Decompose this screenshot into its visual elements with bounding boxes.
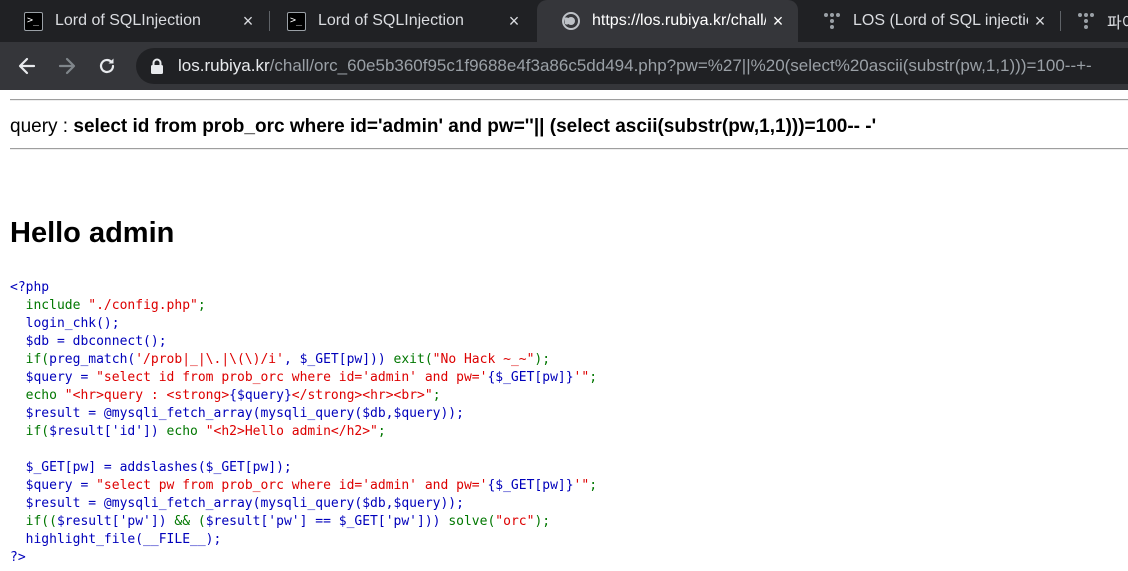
php-source-code: <?php include "./config.php"; login_chk(… — [10, 279, 597, 567]
code-token: {$query} — [229, 388, 292, 403]
code-line: $result = @mysqli_fetch_array(mysqli_que… — [25, 496, 464, 511]
code-line: login_chk(); — [25, 316, 120, 331]
code-token: ; — [377, 424, 386, 439]
url-host: los.rubiya.kr — [178, 56, 270, 75]
code-token: solve( — [448, 514, 496, 529]
code-token: ; — [432, 388, 441, 403]
hello-admin-heading: Hello admin — [10, 217, 175, 249]
code-token: && ( — [174, 514, 206, 529]
browser-toolbar: los.rubiya.kr/chall/orc_60e5b360f95c1f96… — [0, 42, 1128, 90]
php-open-tag: <?php — [10, 280, 50, 295]
back-button[interactable] — [11, 50, 43, 82]
code-token: if(( — [25, 514, 57, 529]
terminal-icon: >_ — [24, 11, 43, 31]
close-icon[interactable]: × — [766, 11, 790, 32]
dots-icon — [1076, 12, 1095, 31]
query-label: query : — [10, 116, 74, 137]
close-icon[interactable]: × — [1028, 11, 1052, 32]
code-token: '" — [573, 478, 590, 493]
code-token: , $_GET[pw])) — [283, 352, 394, 367]
code-token: $result['pw']) — [56, 514, 175, 529]
code-line: $db = dbconnect(); — [25, 334, 167, 349]
close-icon[interactable]: × — [502, 11, 526, 32]
tab-strip: >_ Lord of SQLInjection × >_ Lord of SQL… — [0, 0, 1128, 42]
lock-icon[interactable] — [150, 58, 164, 74]
forward-button[interactable] — [51, 50, 83, 82]
url-text[interactable]: los.rubiya.kr/chall/orc_60e5b360f95c1f96… — [178, 56, 1092, 76]
code-token: echo — [166, 424, 206, 439]
reload-button[interactable] — [91, 50, 123, 82]
tab-title: LOS (Lord of SQL injection) — [853, 12, 1028, 29]
code-token: $result['pw'] == $_GET['pw'])) — [205, 514, 449, 529]
tab-partial[interactable]: 파이 — [1052, 0, 1128, 42]
code-token: $result['id']) — [49, 424, 167, 439]
code-token: {$_GET[pw]} — [487, 478, 574, 493]
tab-active-orc[interactable]: https://los.rubiya.kr/chall/orc_60e5b360… — [537, 0, 798, 42]
code-token: {$_GET[pw]} — [487, 370, 574, 385]
code-token: $query = — [25, 370, 97, 385]
code-token: echo — [25, 388, 65, 403]
query-display: query : select id from prob_orc where id… — [10, 116, 876, 138]
code-token: ; — [197, 298, 206, 313]
tab-lord-of-sqlinjection-2[interactable]: >_ Lord of SQLInjection × — [263, 0, 534, 42]
address-bar[interactable]: los.rubiya.kr/chall/orc_60e5b360f95c1f96… — [136, 48, 1128, 84]
reload-icon — [99, 58, 115, 74]
page-content: query : select id from prob_orc where id… — [0, 90, 1128, 571]
code-line: highlight_file(__FILE__); — [25, 532, 222, 547]
dots-icon — [822, 12, 841, 31]
arrow-left-icon — [18, 57, 36, 75]
globe-icon — [561, 12, 580, 31]
code-token: ); — [534, 352, 551, 367]
tab-title: https://los.rubiya.kr/chall/orc_60e5b360… — [592, 12, 766, 29]
code-token: "<h2>Hello admin</h2>" — [205, 424, 378, 439]
code-token: preg_match( — [49, 352, 136, 367]
code-token: $query = — [25, 478, 97, 493]
code-token: exit( — [393, 352, 433, 367]
tab-title: 파이 — [1107, 15, 1128, 32]
php-close-tag: ?> — [10, 550, 26, 565]
horizontal-rule — [10, 99, 1128, 101]
code-token: </strong><hr><br>" — [291, 388, 433, 403]
tab-title: Lord of SQLInjection — [318, 12, 464, 29]
code-token: "<hr>query : <strong> — [64, 388, 230, 403]
code-token: ; — [589, 370, 598, 385]
code-line: $_GET[pw] = addslashes($_GET[pw]); — [25, 460, 292, 475]
tab-los[interactable]: LOS (Lord of SQL injection) × — [798, 0, 1060, 42]
terminal-icon: >_ — [287, 11, 306, 31]
code-token: "No Hack ~_~" — [432, 352, 535, 367]
code-token: "orc" — [495, 514, 535, 529]
code-token: ; — [589, 478, 598, 493]
code-token: if( — [25, 352, 50, 367]
tab-title: Lord of SQLInjection — [55, 12, 201, 29]
horizontal-rule — [10, 148, 1128, 150]
code-token: '" — [573, 370, 590, 385]
code-token: ); — [534, 514, 551, 529]
code-token: "select pw from prob_orc where id='admin… — [96, 478, 488, 493]
close-icon[interactable]: × — [236, 11, 260, 32]
query-sql: select id from prob_orc where id='admin'… — [73, 116, 877, 137]
code-token: include — [25, 298, 89, 313]
code-token: '/prob|_|\.|\(\)/i' — [135, 352, 284, 367]
code-line: $result = @mysqli_fetch_array(mysqli_que… — [25, 406, 464, 421]
tab-lord-of-sqlinjection-1[interactable]: >_ Lord of SQLInjection × — [0, 0, 268, 42]
code-token: "./config.php" — [88, 298, 198, 313]
code-token: if( — [25, 424, 50, 439]
arrow-right-icon — [58, 57, 76, 75]
url-path: /chall/orc_60e5b360f95c1f9688e4f3a86c5dd… — [269, 56, 1092, 75]
code-token: "select id from prob_orc where id='admin… — [96, 370, 488, 385]
